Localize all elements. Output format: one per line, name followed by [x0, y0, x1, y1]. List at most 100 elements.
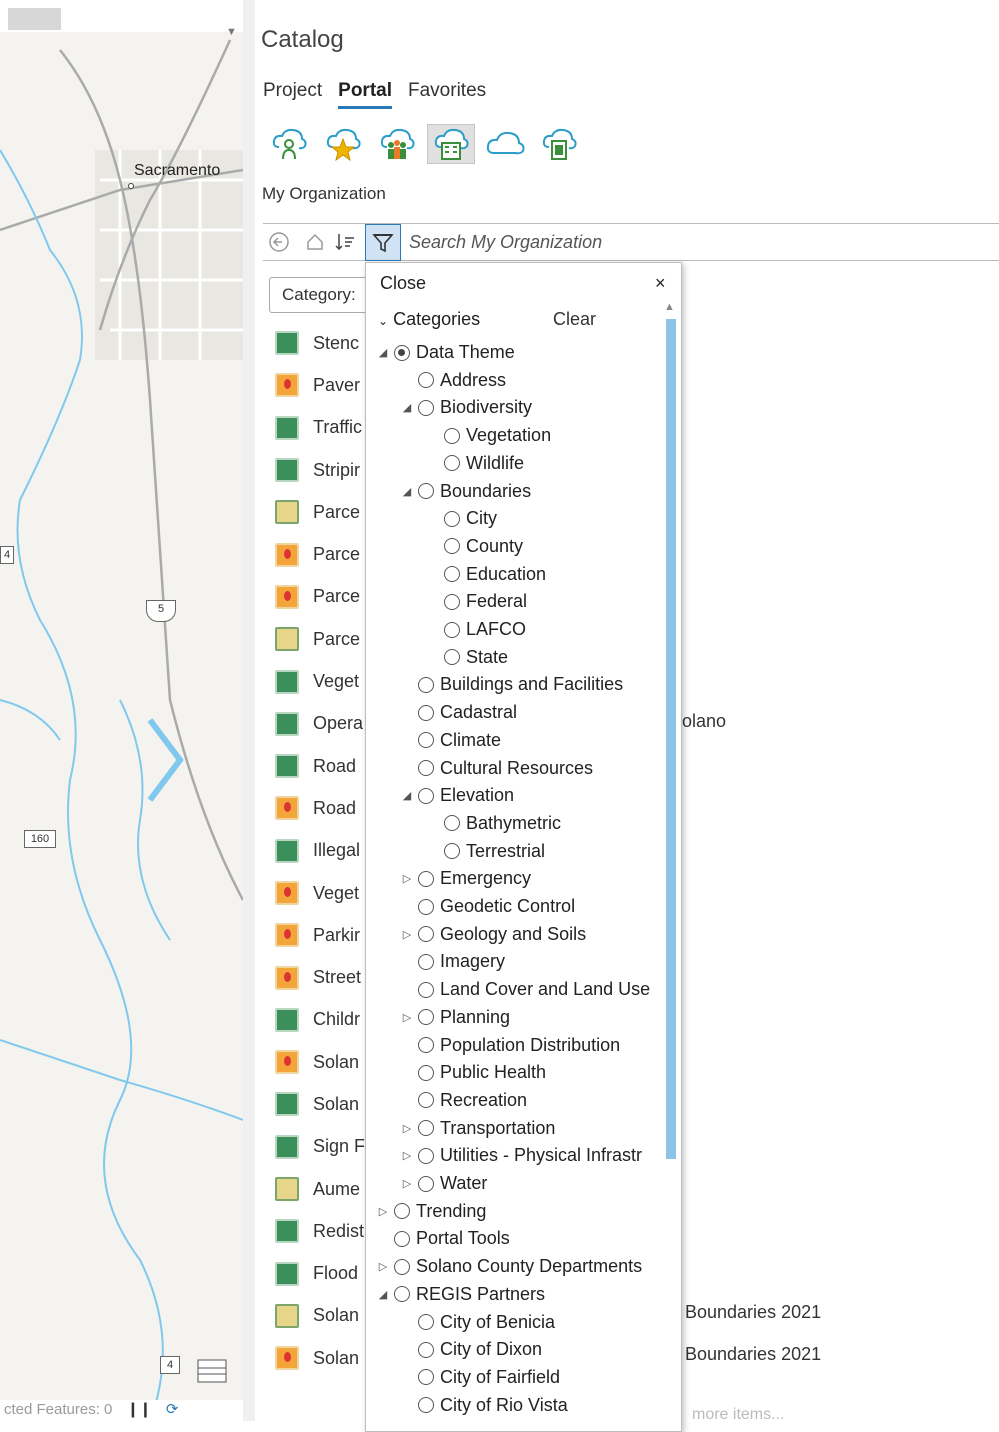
- scrollbar-thumb[interactable]: [666, 319, 676, 1159]
- collapse-icon[interactable]: ◢: [400, 401, 414, 414]
- radio-button[interactable]: [444, 815, 460, 832]
- categories-header[interactable]: ⌄ Categories: [378, 309, 480, 330]
- radio-button[interactable]: [418, 1092, 434, 1109]
- expand-icon[interactable]: ▷: [400, 1177, 414, 1190]
- radio-button[interactable]: [418, 1120, 434, 1137]
- tree-node[interactable]: Terrestrial: [426, 838, 545, 865]
- list-item[interactable]: Opera: [275, 703, 365, 745]
- sort-icon[interactable]: [333, 230, 357, 254]
- favorites-icon[interactable]: [319, 124, 367, 164]
- my-content-icon[interactable]: [265, 124, 313, 164]
- list-item[interactable]: Parce: [275, 576, 365, 618]
- radio-button[interactable]: [444, 649, 460, 666]
- pause-icon[interactable]: ❙❙: [127, 1401, 152, 1418]
- tree-node[interactable]: Population Distribution: [400, 1032, 620, 1059]
- radio-button[interactable]: [444, 566, 460, 583]
- radio-button[interactable]: [418, 676, 434, 693]
- living-atlas-icon[interactable]: [535, 124, 583, 164]
- radio-button[interactable]: [444, 593, 460, 610]
- groups-icon[interactable]: [373, 124, 421, 164]
- radio-button[interactable]: [444, 510, 460, 527]
- tree-node[interactable]: City of Benicia: [400, 1309, 555, 1336]
- pane-splitter[interactable]: [243, 0, 255, 1421]
- list-item[interactable]: Solan: [275, 1295, 365, 1337]
- tree-node[interactable]: ▷ Geology and Soils: [400, 921, 586, 948]
- radio-button[interactable]: [418, 1147, 434, 1164]
- tree-node[interactable]: ◢ REGIS Partners: [376, 1281, 545, 1308]
- expand-icon[interactable]: ▷: [376, 1205, 390, 1218]
- list-item[interactable]: Veget: [275, 872, 365, 914]
- radio-button[interactable]: [394, 1203, 410, 1220]
- tree-node[interactable]: City of Fairfield: [400, 1364, 560, 1391]
- tree-node[interactable]: Address: [400, 367, 506, 394]
- tree-node[interactable]: Education: [426, 561, 546, 588]
- radio-button[interactable]: [418, 787, 434, 804]
- tree-node[interactable]: Land Cover and Land Use: [400, 976, 650, 1003]
- radio-button[interactable]: [418, 1314, 434, 1330]
- tree-node[interactable]: Federal: [426, 588, 527, 615]
- radio-button[interactable]: [418, 1175, 434, 1192]
- radio-button[interactable]: [394, 344, 410, 361]
- tree-node[interactable]: Vegetation: [426, 422, 551, 449]
- collapse-icon[interactable]: ◢: [376, 346, 390, 359]
- list-item[interactable]: Parce: [275, 491, 365, 533]
- tree-node[interactable]: ▷ Water: [400, 1170, 488, 1197]
- tree-node[interactable]: ▷ Solano County Departments: [376, 1253, 642, 1280]
- more-items-link[interactable]: more items...: [692, 1406, 784, 1424]
- tree-node[interactable]: County: [426, 533, 523, 560]
- radio-button[interactable]: [444, 455, 460, 472]
- list-item[interactable]: Redist: [275, 1210, 365, 1252]
- radio-button[interactable]: [418, 1009, 434, 1026]
- radio-button[interactable]: [418, 981, 434, 998]
- radio-button[interactable]: [418, 399, 434, 416]
- radio-button[interactable]: [418, 483, 434, 499]
- filter-button[interactable]: [365, 224, 401, 261]
- tree-node[interactable]: ◢ Data Theme: [376, 339, 515, 366]
- list-item[interactable]: Road: [275, 745, 365, 787]
- tree-node[interactable]: City of Rio Vista: [400, 1392, 568, 1419]
- expand-icon[interactable]: ▷: [400, 1011, 414, 1024]
- list-item[interactable]: Solan: [275, 1083, 365, 1125]
- list-item[interactable]: Sign F: [275, 1126, 365, 1168]
- tree-node[interactable]: Public Health: [400, 1059, 546, 1086]
- tree-node[interactable]: Cultural Resources: [400, 755, 593, 782]
- radio-button[interactable]: [418, 1064, 434, 1081]
- radio-button[interactable]: [418, 1397, 434, 1414]
- radio-button[interactable]: [418, 760, 434, 776]
- tree-node[interactable]: Cadastral: [400, 699, 517, 726]
- tree-node[interactable]: State: [426, 644, 508, 671]
- radio-button[interactable]: [418, 870, 434, 887]
- radio-button[interactable]: [418, 953, 434, 970]
- list-item[interactable]: Parce: [275, 618, 365, 660]
- scroll-up-icon[interactable]: ▲: [664, 301, 675, 313]
- radio-button[interactable]: [418, 898, 434, 915]
- tree-node[interactable]: ▷ Emergency: [400, 865, 531, 892]
- tab-project[interactable]: Project: [263, 80, 322, 109]
- back-icon[interactable]: [267, 230, 291, 254]
- tree-node[interactable]: Geodetic Control: [400, 893, 575, 920]
- tree-node[interactable]: ▷ Transportation: [400, 1115, 556, 1142]
- chevron-down-icon[interactable]: ▼: [226, 26, 237, 38]
- tree-node[interactable]: Portal Tools: [376, 1225, 510, 1252]
- list-item[interactable]: Illegal: [275, 830, 365, 872]
- expand-icon[interactable]: ▷: [400, 928, 414, 941]
- map-tab[interactable]: [8, 8, 61, 30]
- tree-node[interactable]: Imagery: [400, 948, 505, 975]
- tree-node[interactable]: ▷ Planning: [400, 1004, 510, 1031]
- list-item[interactable]: Flood: [275, 1253, 365, 1295]
- arcgis-online-icon[interactable]: [481, 124, 529, 164]
- list-item[interactable]: Traffic: [275, 407, 365, 449]
- tree-node[interactable]: LAFCO: [426, 616, 526, 643]
- list-item[interactable]: Solan: [275, 1041, 365, 1083]
- tree-node[interactable]: Wildlife: [426, 450, 524, 477]
- list-item[interactable]: Paver: [275, 364, 365, 406]
- tab-favorites[interactable]: Favorites: [408, 80, 486, 109]
- tree-node[interactable]: ▷ Utilities - Physical Infrastr: [400, 1142, 642, 1169]
- radio-button[interactable]: [444, 621, 460, 638]
- list-item[interactable]: Stripir: [275, 449, 365, 491]
- list-item[interactable]: Parkir: [275, 914, 365, 956]
- organization-icon[interactable]: [427, 124, 475, 164]
- tree-node[interactable]: ◢ Biodiversity: [400, 394, 532, 421]
- tree-node[interactable]: City: [426, 505, 497, 532]
- tree-node[interactable]: ◢ Boundaries: [400, 478, 531, 505]
